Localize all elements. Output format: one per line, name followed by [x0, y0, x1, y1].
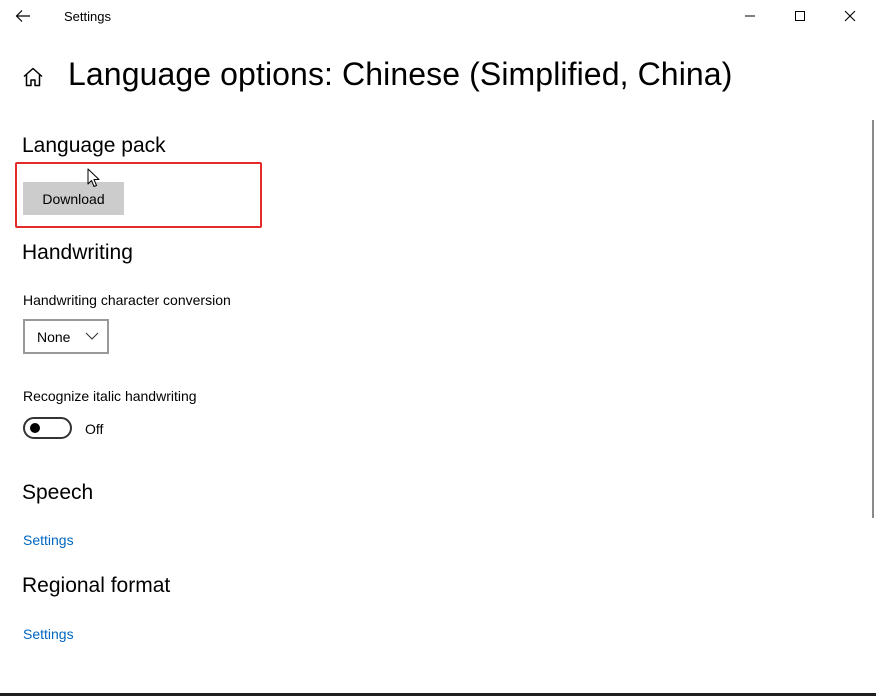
- toggle-knob: [30, 423, 40, 433]
- italic-handwriting-label: Recognize italic handwriting: [23, 388, 197, 404]
- handwriting-conversion-dropdown[interactable]: None: [23, 319, 109, 354]
- toggle-state-text: Off: [85, 421, 104, 437]
- title-bar: Settings: [0, 0, 876, 32]
- dropdown-value: None: [37, 329, 71, 345]
- download-button[interactable]: Download: [23, 182, 124, 215]
- chevron-down-icon: [85, 332, 99, 340]
- close-icon: [844, 10, 856, 22]
- vertical-scrollbar[interactable]: [872, 120, 874, 518]
- page-title: Language options: Chinese (Simplified, C…: [68, 56, 733, 92]
- minimize-icon: [745, 15, 755, 17]
- language-pack-heading: Language pack: [22, 134, 166, 157]
- maximize-button[interactable]: [777, 0, 823, 32]
- minimize-button[interactable]: [727, 0, 773, 32]
- settings-window: Settings Language options: Chinese (Simp…: [0, 0, 876, 696]
- italic-handwriting-toggle[interactable]: [23, 417, 72, 439]
- home-icon[interactable]: [20, 64, 46, 90]
- speech-settings-link[interactable]: Settings: [23, 532, 74, 548]
- window-title: Settings: [64, 9, 111, 24]
- regional-format-heading: Regional format: [22, 574, 171, 597]
- regional-format-settings-link[interactable]: Settings: [23, 626, 74, 642]
- close-button[interactable]: [827, 0, 873, 32]
- handwriting-heading: Handwriting: [22, 241, 133, 264]
- maximize-icon: [795, 11, 805, 21]
- mouse-cursor-icon: [87, 168, 100, 187]
- speech-heading: Speech: [22, 481, 94, 504]
- handwriting-conversion-label: Handwriting character conversion: [23, 292, 231, 308]
- back-button[interactable]: [8, 2, 38, 30]
- arrow-left-icon: [15, 10, 30, 22]
